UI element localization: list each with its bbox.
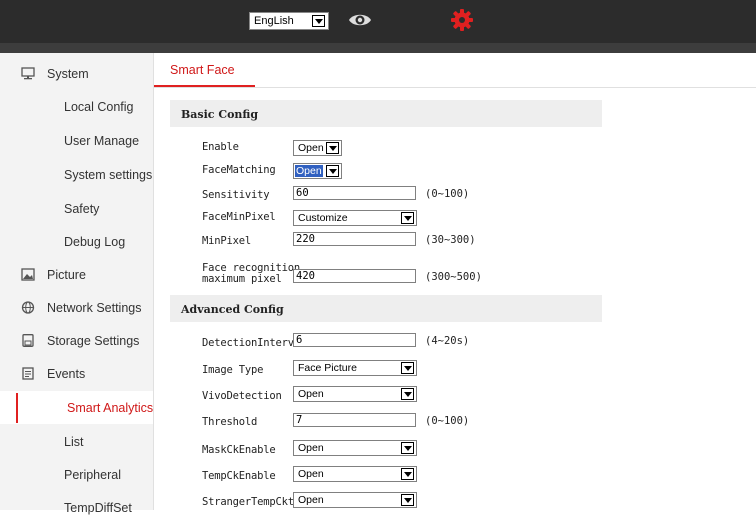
facematching-label: FaceMatching xyxy=(202,164,276,176)
sensitivity-label: Sensitivity xyxy=(202,189,270,201)
sidebar-item-system-settings[interactable]: System settings xyxy=(0,158,153,191)
storage-icon xyxy=(22,334,34,347)
sidebar-item-storage-settings[interactable]: Storage Settings xyxy=(0,324,153,357)
sidebar-item-peripheral[interactable]: Peripheral xyxy=(0,458,153,491)
sidebar-item-label: Network Settings xyxy=(47,301,142,315)
top-bar-strip xyxy=(0,43,756,53)
sidebar-item-tempdiffset[interactable]: TempDiffSet xyxy=(0,491,153,524)
eye-icon[interactable] xyxy=(348,12,372,28)
sidebar-item-label: Picture xyxy=(47,268,86,282)
chevron-down-icon xyxy=(312,15,325,27)
sidebar-item-local-config[interactable]: Local Config xyxy=(0,90,153,123)
sidebar-item-debug-log[interactable]: Debug Log xyxy=(0,225,153,258)
chevron-down-icon xyxy=(326,165,339,177)
chevron-down-icon xyxy=(401,468,414,480)
sidebar-item-label: Debug Log xyxy=(64,235,126,249)
enable-select[interactable]: Open xyxy=(293,140,342,156)
sidebar-item-label: User Manage xyxy=(64,134,140,148)
image-icon xyxy=(21,268,35,281)
basic-config-header: Basic Config xyxy=(170,100,602,127)
threshold-range: (0~100) xyxy=(425,415,470,427)
globe-icon xyxy=(21,301,35,314)
detection-interval-label: DetectionInterval xyxy=(202,337,307,349)
sensitivity-range: (0~100) xyxy=(425,188,470,200)
sidebar-item-label: Events xyxy=(47,367,86,381)
sidebar-item-events[interactable]: Events xyxy=(0,357,153,390)
minpixel-label: MinPixel xyxy=(202,235,251,247)
chevron-down-icon xyxy=(401,442,414,454)
tab-smart-face[interactable]: Smart Face xyxy=(154,53,255,87)
chevron-down-icon xyxy=(401,212,414,224)
sidebar-item-network-settings[interactable]: Network Settings xyxy=(0,291,153,324)
detection-interval-input[interactable]: 6 xyxy=(293,333,416,347)
facematching-select[interactable]: Open xyxy=(293,163,342,179)
section-title: Advanced Config xyxy=(181,303,284,316)
maskckenable-label: MaskCkEnable xyxy=(202,444,276,456)
language-select[interactable]: EngLish xyxy=(249,12,329,30)
sidebar-item-safety[interactable]: Safety xyxy=(0,192,153,225)
sidebar-item-label: Safety xyxy=(64,202,100,216)
sidebar-item-label: Local Config xyxy=(64,100,134,114)
strangertempckt-label: StrangerTempCkt xyxy=(202,496,294,508)
maskckenable-select[interactable]: Open xyxy=(293,440,417,456)
faceminpixel-select[interactable]: Customize xyxy=(293,210,417,226)
select-value: Open xyxy=(298,442,324,454)
chevron-down-icon xyxy=(326,142,339,154)
sidebar-item-label: Smart Analytics xyxy=(67,401,154,415)
enable-label: Enable xyxy=(202,141,239,153)
minpixel-input[interactable]: 220 xyxy=(293,232,416,246)
threshold-input[interactable]: 7 xyxy=(293,413,416,427)
sidebar-item-picture[interactable]: Picture xyxy=(0,258,153,291)
threshold-label: Threshold xyxy=(202,416,258,428)
faceminpixel-label: FaceMinPixel xyxy=(202,211,276,223)
sidebar-item-label: TempDiffSet xyxy=(64,501,132,515)
language-value: EngLish xyxy=(254,15,294,27)
image-type-label: Image Type xyxy=(202,364,264,376)
top-bar: EngLish xyxy=(0,0,756,43)
select-value: Open xyxy=(295,165,323,177)
sidebar-item-smart-analytics[interactable]: Smart Analytics xyxy=(0,391,153,424)
select-value: Open xyxy=(298,142,324,154)
select-value: Customize xyxy=(298,212,348,224)
sidebar-item-label: Storage Settings xyxy=(47,334,140,348)
sidebar-item-label: System settings xyxy=(64,168,153,182)
tab-label: Smart Face xyxy=(170,63,235,77)
sidebar-item-label: Peripheral xyxy=(64,468,121,482)
tempckenable-select[interactable]: Open xyxy=(293,466,417,482)
sensitivity-input[interactable]: 60 xyxy=(293,186,416,200)
maxpixel-label-line2: maximum pixel xyxy=(202,273,282,285)
maxpixel-range: (300~500) xyxy=(425,271,482,283)
vivodetection-label: VivoDetection xyxy=(202,390,282,402)
gear-icon[interactable] xyxy=(451,9,473,31)
select-value: Open xyxy=(298,494,324,506)
tab-bar: Smart Face xyxy=(154,53,756,88)
chevron-down-icon xyxy=(401,362,414,374)
sidebar-item-label: List xyxy=(64,435,84,449)
section-title: Basic Config xyxy=(181,108,259,121)
maxpixel-input[interactable]: 420 xyxy=(293,269,416,283)
advanced-config-header: Advanced Config xyxy=(170,295,602,322)
sidebar: System Local Config User Manage System s… xyxy=(0,53,154,515)
select-value: Open xyxy=(298,388,324,400)
detection-interval-range: (4~20s) xyxy=(425,335,470,347)
sidebar-item-user-manage[interactable]: User Manage xyxy=(0,124,153,157)
minpixel-range: (30~300) xyxy=(425,234,476,246)
calendar-icon xyxy=(22,367,34,380)
image-type-select[interactable]: Face Picture xyxy=(293,360,417,376)
monitor-icon xyxy=(21,67,35,80)
chevron-down-icon xyxy=(401,494,414,506)
sidebar-item-list[interactable]: List xyxy=(0,425,153,458)
chevron-down-icon xyxy=(401,388,414,400)
tempckenable-label: TempCkEnable xyxy=(202,470,276,482)
sidebar-item-system[interactable]: System xyxy=(0,57,153,90)
vivodetection-select[interactable]: Open xyxy=(293,386,417,402)
select-value: Face Picture xyxy=(298,362,357,374)
select-value: Open xyxy=(298,468,324,480)
sidebar-item-label: System xyxy=(47,67,89,81)
strangertempckt-select[interactable]: Open xyxy=(293,492,417,508)
